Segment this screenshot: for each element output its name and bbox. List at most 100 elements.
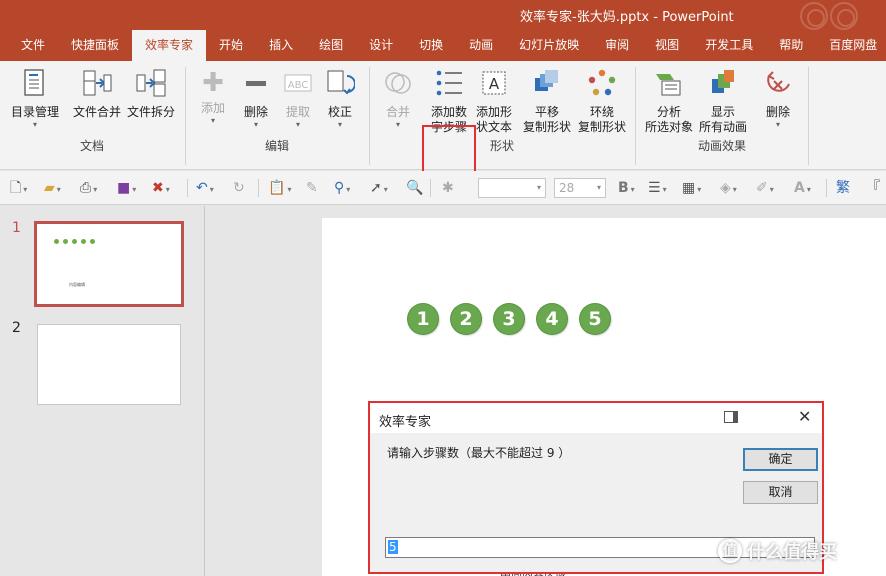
tab-file[interactable]: 文件 <box>8 30 58 61</box>
slide-thumbnail-2[interactable] <box>37 324 181 405</box>
tab-help[interactable]: 帮助 <box>766 30 816 61</box>
tab-home[interactable]: 开始 <box>206 30 256 61</box>
pan-copy-shape-label: 平移 复制形状 <box>522 105 571 134</box>
chevron-down-icon: ▾ <box>32 120 37 129</box>
tab-draw[interactable]: 绘图 <box>306 30 356 61</box>
table-icon[interactable]: ▦ ▾ <box>682 179 701 197</box>
ring-copy-shape-button[interactable]: 环绕 复制形状 <box>575 68 629 135</box>
paste-icon[interactable]: 📋 ▾ <box>268 179 291 197</box>
show-all-animations-button[interactable]: 显示 所有动画 <box>696 68 750 135</box>
combine-label: 合并 <box>385 105 410 119</box>
show-all-animations-label: 显示 所有动画 <box>698 105 747 134</box>
delete-animation-button[interactable]: 删除 ▾ <box>758 68 798 130</box>
window-title: 效率专家-张大妈.pptx - PowerPoint <box>520 10 734 25</box>
file-merge-icon <box>70 68 124 102</box>
step-number-1[interactable]: 1 <box>408 304 438 334</box>
analyze-selected-label: 分析 所选对象 <box>644 105 693 134</box>
dialog-title: 效率专家 <box>379 415 432 430</box>
file-split-icon <box>124 68 178 102</box>
tab-insert[interactable]: 插入 <box>256 30 306 61</box>
select-cursor-icon[interactable]: ➚ ▾ <box>370 179 388 197</box>
chevron-down-icon: ▾ <box>395 120 400 129</box>
find-icon[interactable]: ⚲ ▾ <box>334 179 350 197</box>
chevron-down-icon: ▾ <box>536 183 541 192</box>
line-color-icon[interactable]: ✐ ▾ <box>756 179 774 197</box>
open-folder-icon[interactable]: ▰ ▾ <box>44 179 61 197</box>
fill-color-icon[interactable]: ◈ ▾ <box>720 179 737 197</box>
group-separator <box>808 67 809 165</box>
window-restore-icon[interactable] <box>724 411 738 423</box>
close-icon[interactable]: ✕ <box>798 407 811 426</box>
font-size-combo[interactable]: 28 ▾ <box>554 178 606 198</box>
bracket-icon[interactable]: 『 <box>866 179 880 197</box>
font-name-combo[interactable]: ▾ <box>478 178 546 198</box>
slide-number: 2 <box>12 320 21 336</box>
analyze-icon <box>642 68 696 102</box>
combine-button[interactable]: 合并 ▾ <box>378 68 418 130</box>
format-painter-icon[interactable]: ✎ <box>306 179 318 197</box>
tab-baidu-netdisk[interactable]: 百度网盘 <box>816 30 886 61</box>
new-file-icon[interactable]: 🗋 ▾ <box>10 179 27 197</box>
thumb-caption: 内容编辑 <box>69 282 85 287</box>
tab-quick-panel[interactable]: 快捷面板 <box>58 30 132 61</box>
bold-icon[interactable]: B ▾ <box>618 179 635 197</box>
tab-design[interactable]: 设计 <box>356 30 406 61</box>
step-number-5[interactable]: 5 <box>580 304 610 334</box>
save-icon[interactable]: ■ ▾ <box>117 179 136 197</box>
title-bar: 效率专家-张大妈.pptx - PowerPoint <box>0 0 886 30</box>
font-color-icon[interactable]: A ▾ <box>794 179 811 197</box>
effect-icon[interactable]: ✱ <box>442 179 454 197</box>
quick-toolbar: 🗋 ▾ ▰ ▾ ⎙ ▾ ■ ▾ ✖ ▾ ↶ ▾ ↻ 📋 ▾ ✎ ⚲ ▾ ➚ ▾ 🔍 ✱ ▾ 28 ▾… <box>0 171 886 205</box>
svg-text:ABC: ABC <box>288 80 309 91</box>
tab-transitions[interactable]: 切换 <box>406 30 456 61</box>
add-shape-text-button[interactable]: A 添加形 状文本 <box>474 68 514 135</box>
tab-developer[interactable]: 开发工具 <box>692 30 766 61</box>
chevron-down-icon: ▾ <box>337 120 342 129</box>
toolbar-separator <box>430 179 431 197</box>
add-label: 添加 <box>200 101 225 115</box>
slide-thumbnail-1[interactable]: 内容编辑 <box>34 221 184 307</box>
chinese-convert-icon[interactable]: 繁 <box>836 179 850 197</box>
chevron-down-icon: ▾ <box>295 120 300 129</box>
tab-slideshow[interactable]: 幻灯片放映 <box>506 30 592 61</box>
delete-animation-icon <box>758 68 798 102</box>
proofread-button[interactable]: 校正 ▾ <box>321 68 359 130</box>
ok-button[interactable]: 确定 <box>743 448 818 471</box>
extract-button[interactable]: ABC 提取 ▾ <box>279 68 317 130</box>
watermark: 值 什么值得买 <box>718 538 837 564</box>
group-label-animation: 动画效果 <box>697 139 746 153</box>
delete-button[interactable]: 删除 ▾ <box>237 68 275 130</box>
redo-icon[interactable]: ↻ <box>233 179 245 197</box>
title-decoration-icon <box>830 2 858 30</box>
step-number-2[interactable]: 2 <box>451 304 481 334</box>
close-file-icon[interactable]: ✖ ▾ <box>152 179 170 197</box>
watermark-logo-icon: 值 <box>718 539 742 563</box>
tab-animations[interactable]: 动画 <box>456 30 506 61</box>
extract-label: 提取 <box>285 105 310 119</box>
pan-copy-shape-button[interactable]: 平移 复制形状 <box>519 68 575 135</box>
analyze-selected-button[interactable]: 分析 所选对象 <box>642 68 696 135</box>
zoom-icon[interactable]: 🔍 <box>406 179 423 197</box>
chevron-down-icon: ▾ <box>775 120 780 129</box>
minus-icon <box>237 68 275 102</box>
merge-file-button[interactable]: 文件合并 <box>70 68 124 120</box>
tab-efficiency-expert[interactable]: 效率专家 <box>132 30 207 61</box>
merge-file-label: 文件合并 <box>72 105 121 119</box>
chevron-down-icon: ▾ <box>596 183 601 192</box>
undo-icon[interactable]: ↶ ▾ <box>196 179 214 197</box>
print-icon[interactable]: ⎙ ▾ <box>80 179 97 197</box>
chevron-down-icon: ▾ <box>210 116 215 125</box>
dialog-prompt: 请输入步骤数（最大不能超过 9 ） <box>387 446 571 460</box>
toc-manage-button[interactable]: 目录管理 ▾ <box>8 68 62 130</box>
combine-shapes-icon <box>378 68 418 102</box>
step-number-4[interactable]: 4 <box>537 304 567 334</box>
align-icon[interactable]: ☰ ▾ <box>648 179 667 197</box>
tab-view[interactable]: 视图 <box>642 30 692 61</box>
cancel-button[interactable]: 取消 <box>743 481 818 504</box>
split-file-button[interactable]: 文件拆分 <box>124 68 178 120</box>
add-button[interactable]: ✚ 添加 ▾ <box>194 68 232 126</box>
step-number-3[interactable]: 3 <box>494 304 524 334</box>
group-label-document: 文档 <box>79 139 104 153</box>
tab-review[interactable]: 审阅 <box>592 30 642 61</box>
thumb-step-dot <box>63 239 68 244</box>
